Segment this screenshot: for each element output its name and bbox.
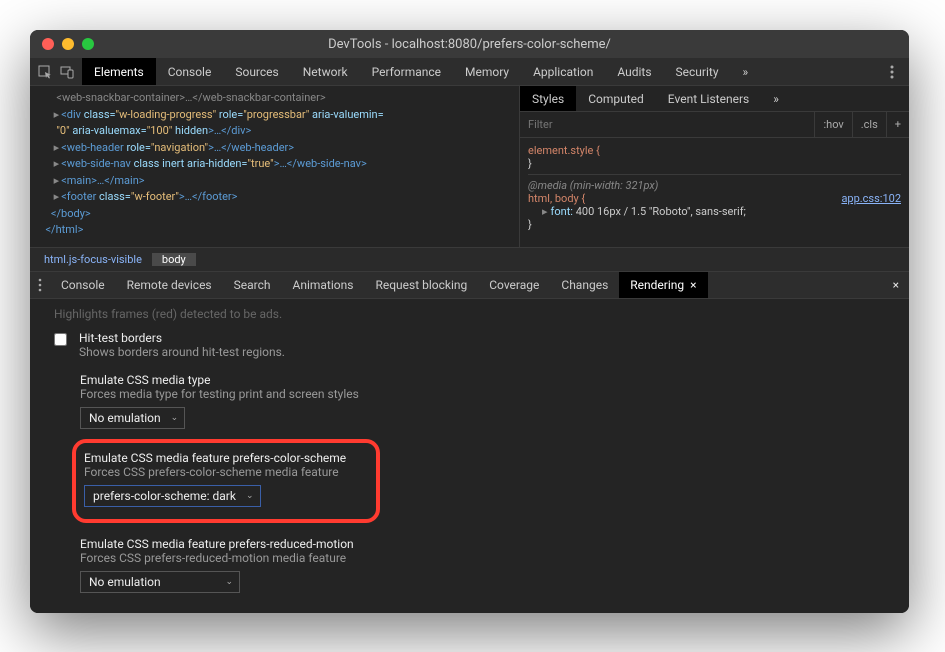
styles-tab-event-listeners[interactable]: Event Listeners [656,86,761,111]
window-zoom-button[interactable] [82,38,94,50]
tab-overflow[interactable]: » [731,58,761,85]
tab-audits[interactable]: Audits [605,58,663,85]
styles-tab-styles[interactable]: Styles [520,86,576,111]
element-style-selector: element.style { [528,144,600,157]
styles-body[interactable]: element.style { } @media (min-width: 321… [520,138,909,237]
crumb-html[interactable]: html.js-focus-visible [34,253,152,266]
media-type-title: Emulate CSS media type [80,373,897,387]
rule-close: } [528,218,901,231]
main-tabs: Elements Console Sources Network Perform… [30,58,909,86]
drawer-tab-search[interactable]: Search [223,272,282,298]
drawer-tab-rendering[interactable]: Rendering× [619,272,707,298]
elements-styles-split: <web-snackbar-container>…</web-snackbar-… [30,86,909,247]
devtools-window: DevTools - localhost:8080/prefers-color-… [30,30,909,613]
drawer-tab-coverage[interactable]: Coverage [478,272,550,298]
reduced-motion-title: Emulate CSS media feature prefers-reduce… [80,537,897,551]
chevron-down-icon: ⌄ [246,491,254,501]
rule-close: } [528,157,901,170]
drawer-more-icon[interactable] [30,272,50,298]
tab-memory[interactable]: Memory [453,58,521,85]
media-type-select[interactable]: No emulation ⌄ [80,407,185,429]
cls-toggle[interactable]: .cls [852,112,886,137]
media-type-desc: Forces media type for testing print and … [80,387,897,401]
inspect-element-icon[interactable] [38,65,52,79]
cutoff-label: Highlights frames (red) detected to be a… [54,307,897,321]
hit-test-desc: Shows borders around hit-test regions. [79,345,285,359]
color-scheme-desc: Forces CSS prefers-color-scheme media fe… [84,465,346,479]
styles-tab-overflow[interactable]: » [761,86,791,111]
window-titlebar: DevTools - localhost:8080/prefers-color-… [30,30,909,58]
media-query-label: @media (min-width: 321px) [528,179,901,192]
rule-selector: html, body { [528,192,585,205]
device-toggle-icon[interactable] [60,65,74,79]
hit-test-title: Hit-test borders [79,331,285,345]
styles-filter-input[interactable] [528,118,814,131]
annotation-highlight: Emulate CSS media feature prefers-color-… [72,439,380,523]
settings-more-icon[interactable] [885,65,899,79]
dom-line: <web-snackbar-container>…</web-snackbar-… [40,91,326,104]
color-scheme-title: Emulate CSS media feature prefers-color-… [84,451,346,465]
window-title: DevTools - localhost:8080/prefers-color-… [30,37,909,52]
drawer-tabs: Console Remote devices Search Animations… [30,271,909,299]
tab-performance[interactable]: Performance [360,58,453,85]
reduced-motion-desc: Forces CSS prefers-reduced-motion media … [80,551,897,565]
reduced-motion-select[interactable]: No emulation ⌄ [80,571,240,593]
tab-elements[interactable]: Elements [82,58,156,85]
chevron-down-icon: ⌄ [225,577,233,587]
tab-security[interactable]: Security [664,58,731,85]
styles-filter-row: :hov .cls + [520,112,909,138]
css-prop-value: 400 16px / 1.5 "Roboto", sans-serif; [576,205,746,218]
color-scheme-select[interactable]: prefers-color-scheme: dark ⌄ [84,485,261,507]
tab-console[interactable]: Console [156,58,224,85]
close-drawer-icon[interactable]: × [883,272,909,298]
source-link[interactable]: app.css:102 [841,192,901,205]
media-type-value: No emulation [89,411,161,425]
crumb-body[interactable]: body [152,253,196,266]
tab-application[interactable]: Application [521,58,605,85]
reduced-motion-value: No emulation [89,575,161,589]
window-close-button[interactable] [42,38,54,50]
dom-tree[interactable]: <web-snackbar-container>…</web-snackbar-… [30,86,519,247]
color-scheme-value: prefers-color-scheme: dark [93,489,236,503]
hov-toggle[interactable]: :hov [814,112,851,137]
styles-tabs: Styles Computed Event Listeners » [520,86,909,112]
drawer-tab-remote-devices[interactable]: Remote devices [116,272,223,298]
drawer-tab-animations[interactable]: Animations [282,272,365,298]
close-tab-icon[interactable]: × [690,278,696,292]
css-prop-name: font: [551,205,573,218]
traffic-lights [30,38,94,50]
styles-panel: Styles Computed Event Listeners » :hov .… [519,86,909,247]
drawer-tab-console[interactable]: Console [50,272,116,298]
styles-tab-computed[interactable]: Computed [576,86,656,111]
tab-sources[interactable]: Sources [223,58,290,85]
rendering-panel: Highlights frames (red) detected to be a… [30,299,909,613]
drawer-tab-request-blocking[interactable]: Request blocking [364,272,478,298]
window-minimize-button[interactable] [62,38,74,50]
drawer-tab-changes[interactable]: Changes [550,272,619,298]
tab-network[interactable]: Network [291,58,360,85]
chevron-down-icon: ⌄ [171,413,179,423]
hit-test-borders-checkbox[interactable] [54,333,67,346]
dom-breadcrumbs: html.js-focus-visible body [30,247,909,271]
new-style-rule-button[interactable]: + [886,112,909,137]
